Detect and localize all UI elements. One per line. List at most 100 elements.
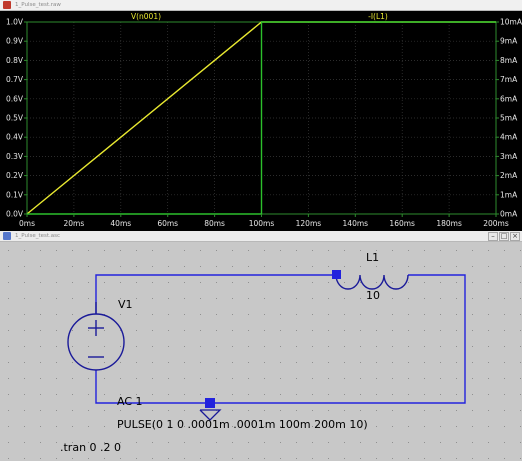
grid-dot	[488, 378, 489, 379]
grid-dot	[424, 394, 425, 395]
grid-dot	[104, 458, 105, 459]
inductor-name-label[interactable]: L1	[366, 251, 379, 264]
tran-directive[interactable]: .tran 0 .2 0	[60, 441, 121, 454]
grid-dot	[504, 346, 505, 347]
y-right-tick-label: 5mA	[500, 114, 518, 123]
inductor-value-label[interactable]: 10	[366, 289, 380, 302]
plot-titlebar[interactable]: 1_Pulse_test.raw	[0, 0, 522, 11]
y-right-tick-label: 6mA	[500, 94, 518, 103]
grid-dot	[504, 330, 505, 331]
grid-dot	[344, 442, 345, 443]
grid-dot	[104, 298, 105, 299]
grid-dot	[296, 442, 297, 443]
x-tick-label: 160ms	[389, 219, 415, 228]
minimize-button[interactable]: –	[488, 232, 498, 241]
grid-dot	[248, 330, 249, 331]
grid-dot	[216, 330, 217, 331]
grid-dot	[152, 314, 153, 315]
grid-dot	[168, 442, 169, 443]
grid-dot	[248, 314, 249, 315]
grid-dot	[344, 346, 345, 347]
x-tick-label: 80ms	[204, 219, 225, 228]
grid-dot	[344, 314, 345, 315]
schematic-titlebar[interactable]: 1_Pulse_test.asc – □ ×	[0, 231, 522, 242]
grid-dot	[424, 250, 425, 251]
grid-dot	[152, 282, 153, 283]
grid-dot	[104, 394, 105, 395]
grid-dot	[520, 266, 521, 267]
wire-right-bottom[interactable]	[210, 274, 466, 404]
grid-dot	[344, 282, 345, 283]
grid-dot	[280, 314, 281, 315]
grid-dot	[88, 394, 89, 395]
close-button[interactable]: ×	[510, 232, 520, 241]
schematic-canvas[interactable]: V1 L1 10 AC 1 PULSE(0 1 0 .0001m .0001m …	[0, 242, 522, 461]
wire-bottom-left[interactable]	[95, 370, 210, 404]
grid-dot	[424, 362, 425, 363]
grid-dot	[504, 266, 505, 267]
grid-dot	[488, 266, 489, 267]
grid-dot	[200, 314, 201, 315]
grid-dot	[8, 250, 9, 251]
inductor-pin-marker[interactable]	[332, 270, 341, 279]
grid-dot	[24, 250, 25, 251]
source-name-label[interactable]: V1	[118, 298, 133, 311]
grid-dot	[408, 378, 409, 379]
schematic-window[interactable]: 1_Pulse_test.asc – □ × V1 L1 10 AC 1 PUL…	[0, 231, 522, 461]
inductor-l1[interactable]	[335, 274, 409, 290]
grid-dot	[248, 362, 249, 363]
grid-dot	[328, 346, 329, 347]
grid-dot	[8, 314, 9, 315]
grid-dot	[280, 410, 281, 411]
y-right-tick-label: 8mA	[500, 56, 518, 65]
y-left-tick-label: 0.0V	[6, 210, 24, 219]
grid-dot	[312, 330, 313, 331]
waveform-plot[interactable]: 0ms 20ms 40ms 60ms 80ms 100ms 120ms 140ms 160ms 1…	[0, 11, 522, 231]
grid-dot	[168, 330, 169, 331]
pulse-label[interactable]: PULSE(0 1 0 .0001m .0001m 100m 200m 10)	[117, 418, 368, 431]
grid-dot	[328, 410, 329, 411]
plot-window[interactable]: 1_Pulse_test.raw 0ms 20ms 40ms 60ms 80ms 100m…	[0, 0, 522, 231]
grid-dot	[216, 282, 217, 283]
grid-dot	[424, 282, 425, 283]
grid-dot	[24, 298, 25, 299]
grid-dot	[376, 458, 377, 459]
grid-dot	[504, 298, 505, 299]
grid-dot	[424, 426, 425, 427]
grid-dot	[280, 298, 281, 299]
y-left-tick-label: 0.8V	[6, 56, 24, 65]
ground-node-marker[interactable]	[205, 398, 215, 408]
maximize-button[interactable]: □	[499, 232, 509, 241]
grid-dot	[280, 394, 281, 395]
schematic-window-title: 1_Pulse_test.asc	[15, 233, 61, 239]
grid-dot	[280, 282, 281, 283]
x-tick-label: 120ms	[296, 219, 322, 228]
grid-dot	[376, 410, 377, 411]
grid-dot	[40, 426, 41, 427]
grid-dot	[216, 346, 217, 347]
grid-dot	[232, 346, 233, 347]
x-tick-label: 200ms	[483, 219, 509, 228]
grid-dot	[344, 250, 345, 251]
grid-dot	[504, 410, 505, 411]
grid-dot	[168, 394, 169, 395]
grid-dot	[424, 458, 425, 459]
grid-dot	[56, 458, 57, 459]
ac-label[interactable]: AC 1	[117, 395, 143, 408]
grid-dot	[456, 410, 457, 411]
grid-dot	[120, 362, 121, 363]
grid-dot	[344, 458, 345, 459]
grid-dot	[40, 346, 41, 347]
grid-dot	[232, 362, 233, 363]
voltage-source-v1[interactable]	[67, 302, 125, 371]
grid-dot	[24, 330, 25, 331]
grid-dot	[328, 378, 329, 379]
grid-dot	[472, 346, 473, 347]
grid-dot	[392, 314, 393, 315]
grid-dot	[296, 362, 297, 363]
trace-label-i-l1[interactable]: -I(L1)	[368, 12, 388, 21]
series-line-i-l1[interactable]	[27, 21, 496, 215]
grid-dot	[280, 330, 281, 331]
trace-label-v-n001[interactable]: V(n001)	[131, 12, 161, 21]
grid-dot	[456, 298, 457, 299]
